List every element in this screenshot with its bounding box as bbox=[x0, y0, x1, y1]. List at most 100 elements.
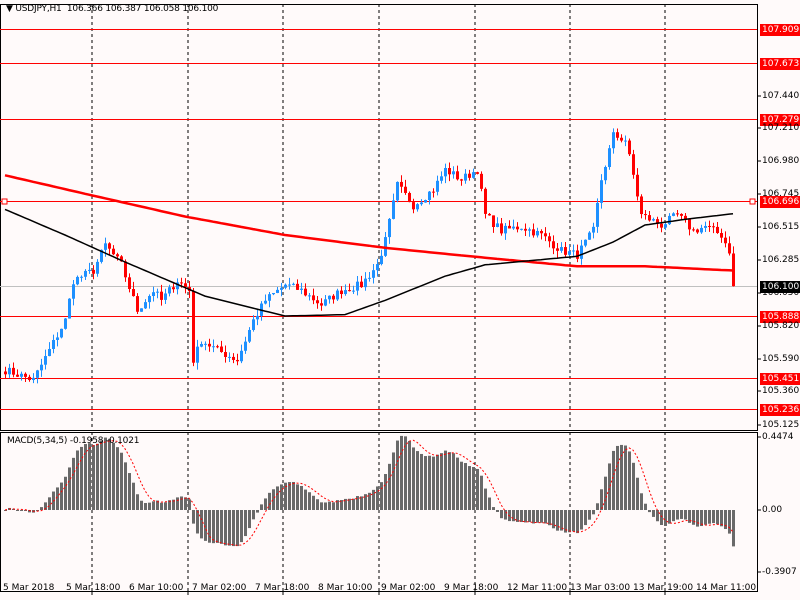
bull-candle bbox=[384, 237, 387, 256]
bull-candle bbox=[624, 140, 627, 142]
macd-histogram-bar bbox=[568, 510, 571, 533]
macd-histogram-bar bbox=[308, 492, 311, 510]
macd-histogram-bar bbox=[436, 454, 439, 510]
bull-candle bbox=[140, 308, 143, 312]
macd-histogram-bar bbox=[72, 457, 75, 510]
macd-histogram-bar bbox=[480, 475, 483, 510]
macd-histogram-bar bbox=[616, 445, 619, 510]
bull-candle bbox=[672, 213, 675, 216]
bull-candle bbox=[68, 298, 71, 319]
bull-candle bbox=[452, 171, 455, 175]
macd-histogram-bar bbox=[640, 493, 643, 510]
bull-candle bbox=[536, 230, 539, 236]
bull-candle bbox=[52, 339, 55, 349]
time-axis-label: 13 Mar 19:00 bbox=[633, 583, 694, 593]
bear-candle bbox=[620, 137, 623, 141]
time-axis-label: 7 Mar 18:00 bbox=[255, 583, 310, 593]
bear-candle bbox=[492, 215, 495, 227]
bull-candle bbox=[256, 315, 259, 320]
macd-histogram-bar bbox=[180, 496, 183, 510]
bear-candle bbox=[716, 226, 719, 234]
macd-histogram-bar bbox=[144, 503, 147, 510]
bull-candle bbox=[376, 264, 379, 271]
bear-candle bbox=[232, 356, 235, 360]
bear-candle bbox=[692, 229, 695, 231]
macd-histogram-bar bbox=[556, 510, 559, 531]
macd-histogram-bar bbox=[460, 461, 463, 510]
time-axis-label: 12 Mar 11:00 bbox=[507, 583, 568, 593]
collapse-arrow-icon[interactable]: ▼ bbox=[6, 4, 13, 14]
price-tick-label: 107.440 bbox=[762, 91, 800, 101]
bear-candle bbox=[636, 174, 639, 197]
macd-histogram-bar bbox=[384, 474, 387, 510]
bear-candle bbox=[660, 223, 663, 228]
macd-histogram-bar bbox=[200, 510, 203, 539]
bear-candle bbox=[128, 277, 131, 289]
macd-histogram-bar bbox=[312, 495, 315, 510]
price-tick-label: 105.125 bbox=[762, 420, 800, 430]
bull-candle bbox=[604, 167, 607, 181]
macd-histogram-bar bbox=[496, 510, 499, 512]
macd-histogram-bar bbox=[724, 510, 727, 530]
macd-histogram-bar bbox=[584, 510, 587, 526]
macd-histogram-bar bbox=[620, 444, 623, 510]
macd-histogram-bar bbox=[512, 510, 515, 522]
macd-histogram-bar bbox=[656, 510, 659, 522]
macd-histogram-bar bbox=[588, 510, 591, 520]
macd-histogram-bar bbox=[108, 438, 111, 510]
bear-candle bbox=[124, 261, 127, 278]
bear-candle bbox=[696, 229, 699, 233]
bull-candle bbox=[144, 302, 147, 309]
macd-histogram-bar bbox=[716, 510, 719, 525]
macd-histogram-bar bbox=[696, 510, 699, 527]
bull-candle bbox=[104, 243, 107, 250]
macd-histogram-bar bbox=[224, 510, 227, 546]
bear-candle bbox=[640, 196, 643, 215]
bear-candle bbox=[220, 346, 223, 353]
macd-histogram-bar bbox=[504, 510, 507, 520]
macd-histogram-bar bbox=[500, 510, 503, 519]
bull-candle bbox=[440, 176, 443, 181]
macd-histogram-bar bbox=[704, 510, 707, 525]
bear-candle bbox=[448, 167, 451, 175]
bull-candle bbox=[48, 348, 51, 357]
bear-candle bbox=[312, 295, 315, 301]
bull-candle bbox=[252, 319, 255, 330]
macd-histogram-bar bbox=[164, 502, 167, 510]
macd-histogram-bar bbox=[680, 510, 683, 519]
macd-histogram-bar bbox=[352, 498, 355, 510]
macd-histogram-bar bbox=[664, 510, 667, 526]
macd-histogram-bar bbox=[232, 510, 235, 547]
bull-candle bbox=[464, 173, 467, 181]
bull-candle bbox=[396, 181, 399, 201]
macd-histogram-bar bbox=[420, 453, 423, 510]
bear-candle bbox=[676, 213, 679, 215]
macd-min-label: -0.3907 bbox=[762, 567, 797, 577]
chart-title[interactable]: ▼ USDJPY,H1 106.366 106.387 106.058 106.… bbox=[6, 4, 218, 14]
bear-candle bbox=[476, 172, 479, 174]
macd-histogram-bar bbox=[712, 510, 715, 524]
macd-histogram-bar bbox=[396, 440, 399, 510]
macd-histogram-bar bbox=[120, 452, 123, 510]
macd-histogram-bar bbox=[88, 443, 91, 510]
price-tick-label: 106.285 bbox=[762, 255, 800, 265]
level-price-label: 105.236 bbox=[760, 403, 800, 416]
macd-histogram-bar bbox=[56, 487, 59, 510]
level-price-label: 105.451 bbox=[760, 372, 800, 385]
macd-histogram-bar bbox=[456, 457, 459, 510]
bear-candle bbox=[12, 367, 15, 375]
macd-histogram-bar bbox=[596, 503, 599, 510]
bull-candle bbox=[8, 367, 11, 375]
bear-candle bbox=[500, 223, 503, 234]
bear-candle bbox=[320, 303, 323, 306]
bear-candle bbox=[184, 283, 187, 288]
bear-candle bbox=[172, 287, 175, 290]
macd-histogram-bar bbox=[560, 510, 563, 531]
time-axis-label: 8 Mar 10:00 bbox=[318, 583, 373, 593]
macd-histogram-bar bbox=[292, 481, 295, 510]
bull-candle bbox=[652, 219, 655, 221]
macd-histogram-bar bbox=[684, 510, 687, 520]
macd-histogram-bar bbox=[148, 502, 151, 510]
macd-histogram-bar bbox=[676, 510, 679, 520]
bear-candle bbox=[540, 230, 543, 234]
